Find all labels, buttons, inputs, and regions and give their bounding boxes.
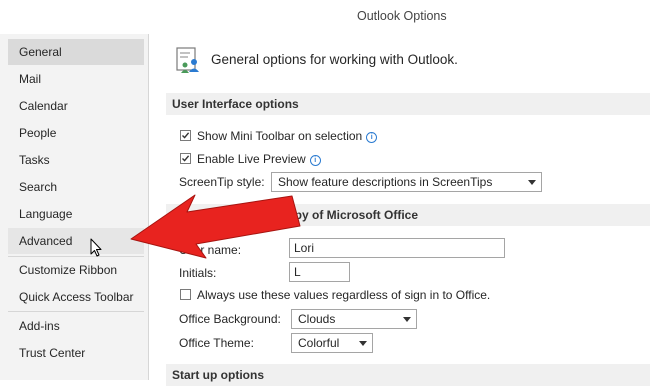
- office-background-label: Office Background:: [179, 312, 281, 326]
- office-theme-select[interactable]: Colorful: [291, 333, 373, 353]
- checkmark-icon: [182, 132, 190, 139]
- sidebar-item-customize-ribbon[interactable]: Customize Ribbon: [8, 257, 144, 283]
- sidebar-item-label: Calendar: [19, 99, 68, 113]
- window-title: Outlook Options: [357, 9, 447, 23]
- sidebar-item-label: Trust Center: [19, 346, 86, 360]
- general-options-icon: [176, 47, 199, 73]
- chevron-down-icon: [528, 180, 536, 185]
- live-preview-label: Enable Live Preview: [197, 152, 306, 166]
- user-name-label: User name:: [179, 243, 242, 257]
- sidebar-divider: [8, 311, 144, 312]
- sidebar-item-label: Mail: [19, 72, 42, 86]
- sidebar-item-advanced[interactable]: Advanced: [8, 228, 144, 254]
- sidebar-item-label: Advanced: [19, 234, 73, 248]
- section-header-startup: Start up options: [166, 364, 650, 386]
- screentip-style-value: Show feature descriptions in ScreenTips: [278, 175, 493, 189]
- initials-input[interactable]: L: [289, 262, 350, 282]
- sidebar-item-add-ins[interactable]: Add-ins: [8, 313, 144, 339]
- sidebar-item-label: Tasks: [19, 153, 50, 167]
- sidebar-item-search[interactable]: Search: [8, 174, 144, 200]
- sidebar-item-label: General: [19, 45, 62, 59]
- sidebar-item-label: Search: [19, 180, 58, 194]
- sidebar-item-general[interactable]: General: [8, 39, 144, 65]
- sidebar-item-people[interactable]: People: [8, 120, 144, 146]
- sidebar-item-calendar[interactable]: Calendar: [8, 93, 144, 119]
- office-background-select[interactable]: Clouds: [291, 309, 417, 329]
- screentip-style-select[interactable]: Show feature descriptions in ScreenTips: [271, 172, 542, 192]
- info-icon[interactable]: i: [309, 155, 321, 166]
- mini-toolbar-label: Show Mini Toolbar on selection: [197, 129, 363, 143]
- office-theme-value: Colorful: [298, 336, 340, 350]
- checkmark-icon: [182, 155, 190, 162]
- sidebar-item-quick-access-toolbar[interactable]: Quick Access Toolbar: [8, 284, 144, 310]
- mini-toolbar-row: Show Mini Toolbar on selection i: [197, 129, 378, 143]
- info-icon[interactable]: i: [366, 132, 378, 143]
- user-name-value: Lori: [294, 241, 315, 255]
- office-background-value: Clouds: [298, 312, 336, 326]
- section-header-personalize: our copy of Microsoft Office: [166, 204, 650, 226]
- title-bar: Outlook Options: [0, 0, 650, 34]
- sidebar-item-tasks[interactable]: Tasks: [8, 147, 144, 173]
- initials-label: Initials:: [179, 266, 217, 280]
- sidebar: General Mail Calendar People Tasks Searc…: [0, 34, 149, 380]
- user-name-input[interactable]: Lori: [289, 238, 505, 258]
- mini-toolbar-checkbox[interactable]: [180, 130, 191, 141]
- always-use-values-checkbox[interactable]: [180, 289, 191, 300]
- office-theme-label: Office Theme:: [179, 336, 254, 350]
- initials-value: L: [294, 265, 301, 279]
- chevron-down-icon: [359, 341, 367, 346]
- always-use-values-label: Always use these values regardless of si…: [197, 288, 491, 302]
- sidebar-item-label: Language: [19, 207, 73, 221]
- sidebar-item-label: Add-ins: [19, 319, 60, 333]
- sidebar-item-language[interactable]: Language: [8, 201, 144, 227]
- section-header-text: our copy of Microsoft Office: [258, 208, 419, 222]
- sidebar-item-mail[interactable]: Mail: [8, 66, 144, 92]
- options-content: General options for working with Outlook…: [149, 34, 650, 386]
- sidebar-item-label: Quick Access Toolbar: [19, 290, 134, 304]
- chevron-down-icon: [403, 317, 411, 322]
- screentip-style-label: ScreenTip style:: [179, 175, 265, 189]
- live-preview-row: Enable Live Preview i: [197, 152, 321, 166]
- section-header-ui-options: User Interface options: [166, 93, 650, 115]
- sidebar-item-label: People: [19, 126, 57, 140]
- page-title: General options for working with Outlook…: [211, 52, 458, 67]
- live-preview-checkbox[interactable]: [180, 153, 191, 164]
- sidebar-item-trust-center[interactable]: Trust Center: [8, 340, 144, 366]
- sidebar-item-label: Customize Ribbon: [19, 263, 118, 277]
